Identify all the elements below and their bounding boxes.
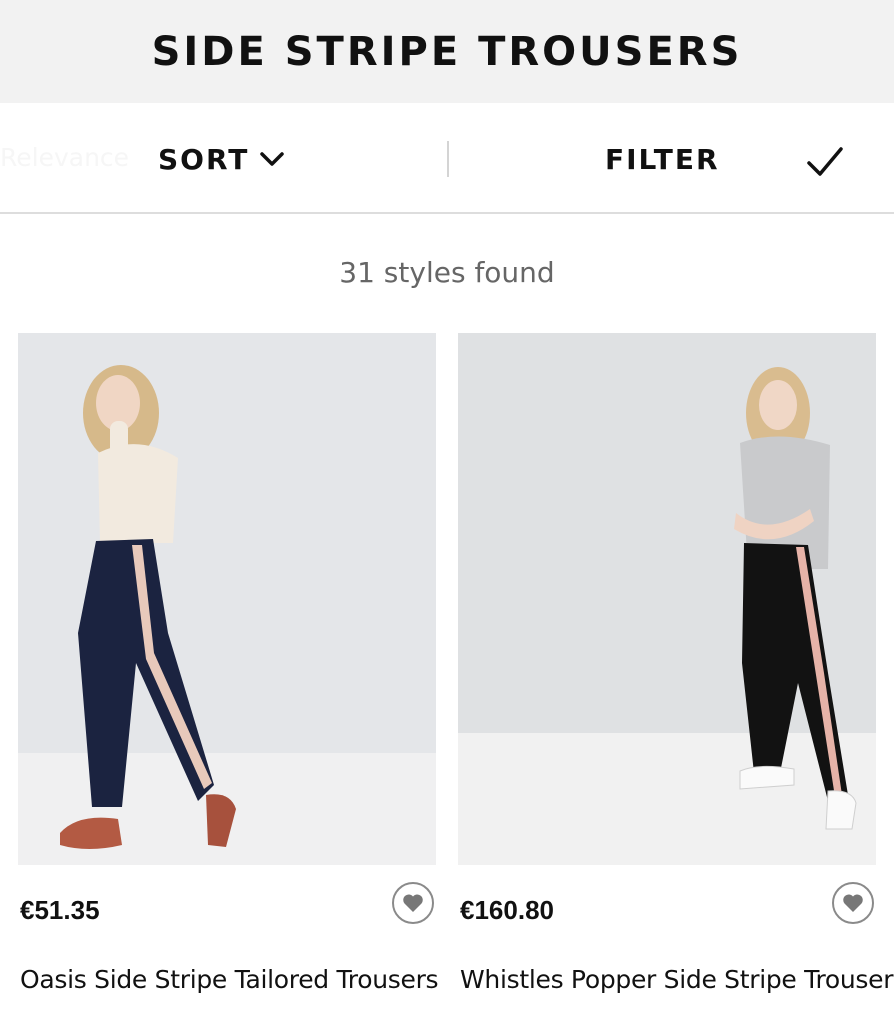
heart-icon	[403, 894, 423, 912]
product-image[interactable]	[458, 333, 876, 865]
wishlist-button[interactable]	[392, 882, 434, 924]
wishlist-button[interactable]	[832, 882, 874, 924]
product-card[interactable]: €160.80 Whistles Popper Side Stripe Trou…	[458, 333, 894, 1024]
sort-button[interactable]: SORT	[158, 139, 285, 179]
filter-label: FILTER	[605, 142, 720, 176]
page-title: SIDE STRIPE TROUSERS	[151, 28, 743, 75]
checkmark-icon	[807, 147, 843, 176]
apply-button[interactable]	[802, 139, 848, 183]
toolbar-divider	[447, 141, 449, 177]
product-price: €51.35	[20, 895, 100, 925]
product-image[interactable]	[18, 333, 436, 865]
header-bar: SIDE STRIPE TROUSERS	[0, 0, 894, 103]
results-count: 31 styles found	[339, 256, 555, 289]
filter-button[interactable]: FILTER	[605, 139, 720, 179]
heart-icon	[843, 894, 863, 912]
chevron-down-icon	[260, 152, 285, 166]
sort-label: SORT	[158, 142, 250, 176]
product-name[interactable]: Oasis Side Stripe Tailored Trousers	[20, 965, 439, 994]
product-name[interactable]: Whistles Popper Side Stripe Trouser	[460, 965, 894, 994]
sort-filter-toolbar: Relevance SORT FILTER	[0, 103, 894, 214]
product-price: €160.80	[460, 895, 554, 925]
product-card[interactable]: €51.35 Oasis Side Stripe Tailored Trouse…	[18, 333, 439, 1024]
sort-current-value: Relevance	[0, 143, 130, 172]
